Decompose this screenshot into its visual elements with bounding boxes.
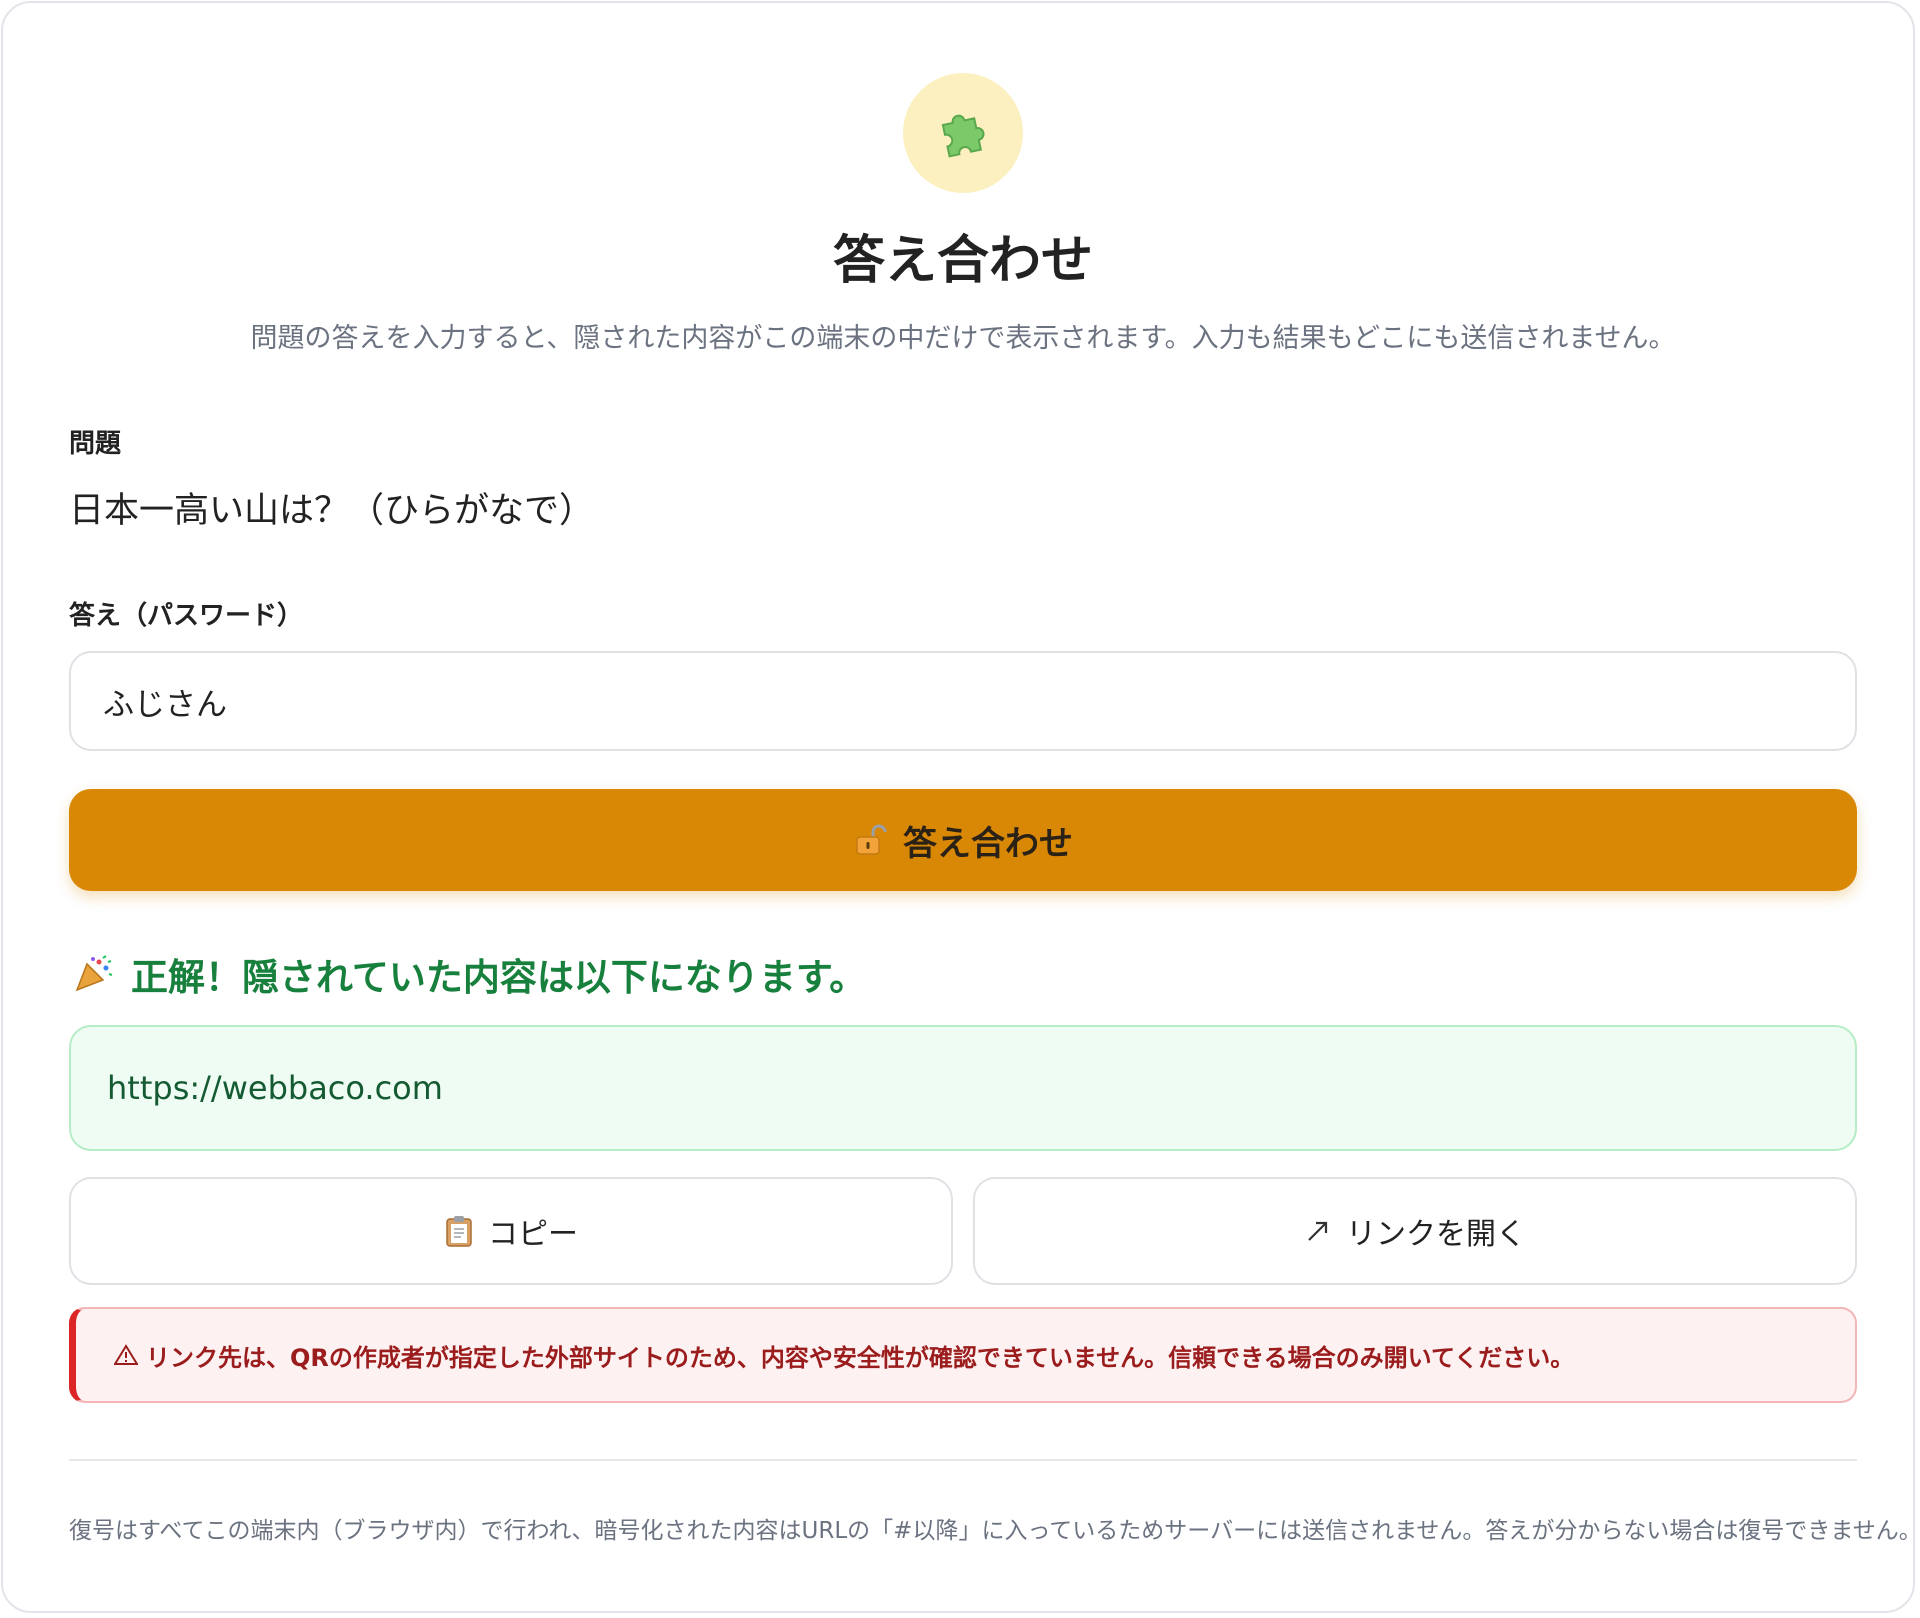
question-text: 日本一高い山は？（ひらがなで） — [69, 491, 595, 531]
page-title: 答え合わせ — [832, 231, 1093, 291]
question-label: 問題 — [69, 429, 122, 459]
decrypted-content: https://webbaco.com — [107, 1069, 443, 1107]
answer-input[interactable] — [69, 651, 1857, 751]
decrypted-content-box: https://webbaco.com — [69, 1025, 1857, 1151]
check-answer-label: 答え合わせ — [903, 823, 1073, 864]
warning-icon — [114, 1344, 138, 1366]
divider — [69, 1459, 1857, 1461]
success-message: 正解！隠されていた内容は以下になります。 — [73, 947, 866, 1001]
puzzle-piece-icon — [941, 114, 985, 158]
external-link-warning: リンク先は、QRの作成者が指定した外部サイトのため、内容や安全性が確認できていま… — [69, 1307, 1857, 1403]
warning-text: リンク先は、QRの作成者が指定した外部サイトのため、内容や安全性が確認できていま… — [146, 1343, 1575, 1372]
copy-label: コピー — [488, 1217, 578, 1252]
answer-label: 答え（パスワード） — [69, 601, 304, 631]
card: 答え合わせ 問題の答えを入力すると、隠された内容がこの端末の中だけで表示されます… — [1, 1, 1920, 1613]
open-link-label: リンクを開く — [1346, 1217, 1526, 1252]
arrow-up-right-icon — [1304, 1217, 1332, 1245]
unlocked-padlock-icon — [853, 823, 887, 857]
puzzle-icon-circle — [903, 73, 1023, 193]
party-popper-icon — [73, 954, 113, 994]
open-link-button[interactable]: リンクを開く — [973, 1177, 1857, 1285]
clipboard-icon — [444, 1214, 474, 1248]
success-text: 正解！隠されていた内容は以下になります。 — [131, 956, 867, 999]
footer-note: 復号はすべてこの端末内（ブラウザ内）で行われ、暗号化された内容はURLの「#以降… — [69, 1518, 1920, 1544]
page-subtitle: 問題の答えを入力すると、隠された内容がこの端末の中だけで表示されます。入力も結果… — [250, 323, 1676, 354]
copy-button[interactable]: コピー — [69, 1177, 953, 1285]
check-answer-button[interactable]: 答え合わせ — [69, 789, 1857, 891]
